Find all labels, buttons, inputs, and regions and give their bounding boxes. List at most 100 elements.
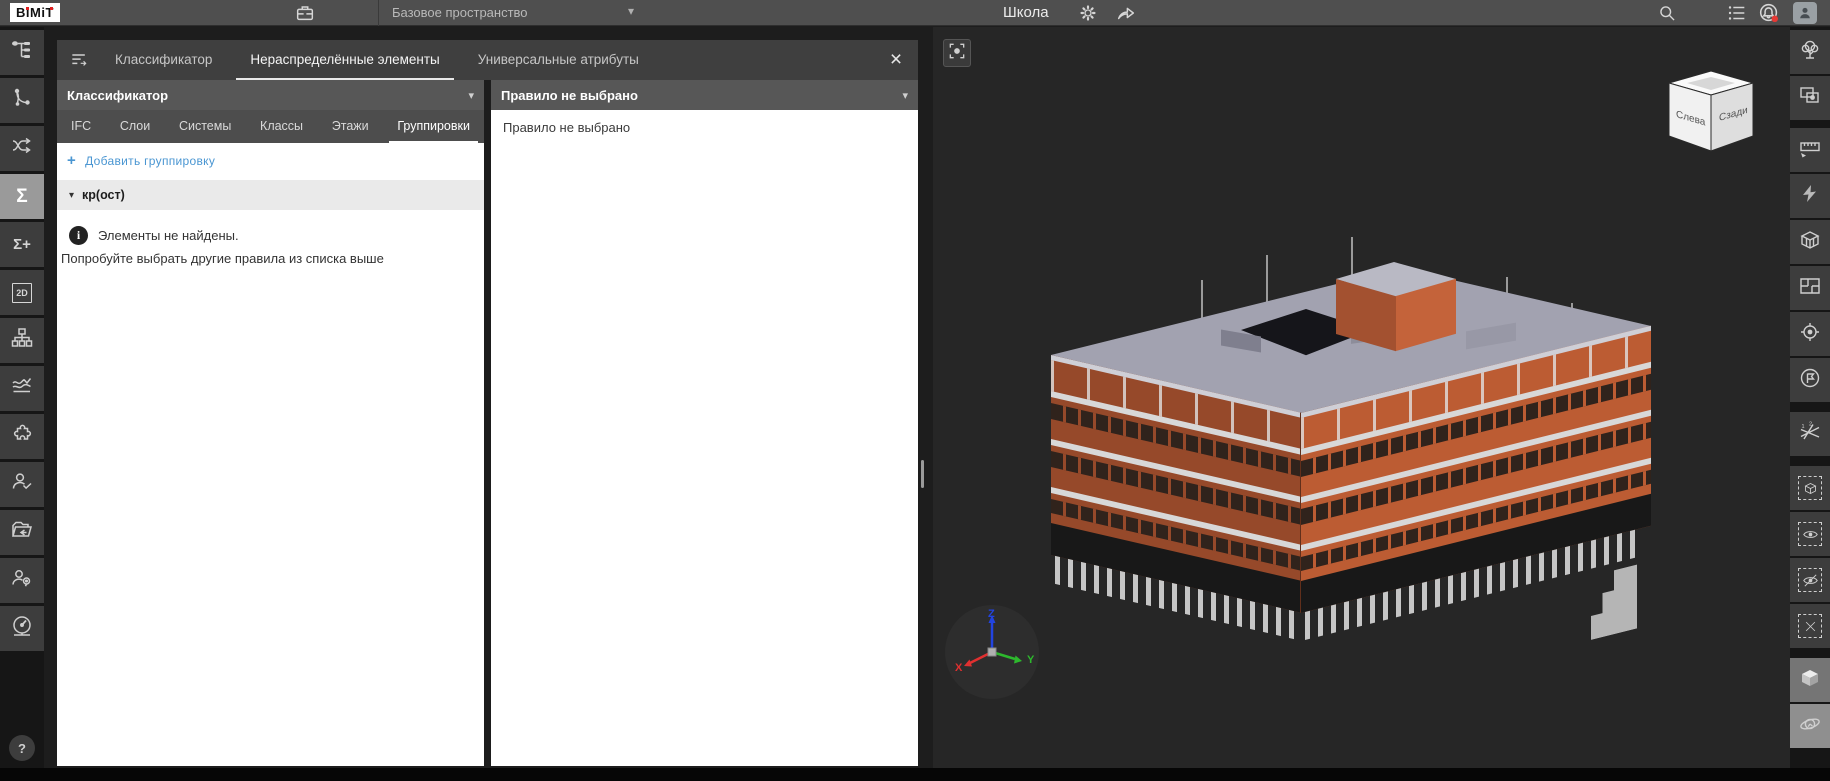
show-element-button[interactable]: [1790, 512, 1830, 556]
structure-icon: [10, 326, 34, 355]
node-select-button[interactable]: [0, 78, 44, 123]
notifications-bell-icon[interactable]: [1757, 1, 1781, 25]
orbit-button[interactable]: [1790, 704, 1830, 748]
node-select-icon: [10, 86, 34, 115]
folder-share-button[interactable]: [0, 510, 44, 555]
flag-button[interactable]: [1790, 358, 1830, 402]
help-button[interactable]: ?: [9, 735, 35, 761]
settings-gear-icon[interactable]: [1076, 1, 1100, 25]
camera-icon: [947, 41, 967, 66]
collisions-button[interactable]: [0, 126, 44, 171]
panel-collapse-icon[interactable]: [57, 40, 101, 80]
structure-button[interactable]: [0, 318, 44, 363]
share-icon[interactable]: [1114, 1, 1138, 25]
isolate-element-button[interactable]: [1790, 466, 1830, 510]
bottom-strip: [0, 768, 1830, 781]
clear-selection-button[interactable]: [1790, 604, 1830, 648]
caret-down-icon: ▾: [69, 190, 74, 201]
viewport-3d[interactable]: Слева Сзади Z X Y: [933, 27, 1790, 781]
rule-dropdown[interactable]: Правило не выбрано ▾: [491, 80, 918, 110]
axis-gizmo[interactable]: Z X Y: [945, 605, 1039, 699]
view-2d-icon: 2D: [12, 283, 32, 303]
classifier-subtabs: IFC Слои Системы Классы Этажи Группировк…: [57, 110, 484, 143]
charts-icon: [10, 374, 34, 403]
subtab-classes[interactable]: Классы: [252, 110, 311, 143]
user-avatar-icon[interactable]: [1793, 2, 1817, 24]
tab-classifier[interactable]: Классификатор: [101, 40, 226, 80]
search-icon[interactable]: [1655, 1, 1679, 25]
focus-target-button[interactable]: [1790, 312, 1830, 356]
add-grouping-button[interactable]: + Добавить группировку: [57, 143, 484, 176]
panel-resize-handle[interactable]: [921, 460, 924, 488]
svg-text:1: 1: [1802, 424, 1805, 430]
selection-area-icon: [1798, 84, 1822, 113]
briefcase-icon[interactable]: [293, 1, 317, 25]
grouping-row[interactable]: ▾ кр(ост): [57, 180, 484, 210]
subtab-floors[interactable]: Этажи: [324, 110, 377, 143]
view-2d-button[interactable]: 2D: [0, 270, 44, 315]
empty-state: i Элементы не найдены. Попробуйте выбрат…: [57, 210, 484, 266]
chevron-down-icon: ▾: [902, 89, 908, 102]
subtab-ifc[interactable]: IFC: [63, 110, 99, 143]
ruler-icon: [1798, 136, 1822, 165]
classifier-dropdown-label: Классификатор: [67, 88, 168, 103]
panel-close-button[interactable]: ×: [874, 40, 918, 80]
app-logo[interactable]: BiMiT: [10, 3, 60, 22]
orbit-icon: [1798, 712, 1822, 741]
gauge-button[interactable]: [0, 606, 44, 651]
right-toolbar: 12: [1790, 27, 1830, 781]
panel-tabs-bar: Классификатор Нераспределённые элементы …: [57, 40, 918, 80]
classifier-dropdown[interactable]: Классификатор ▾: [57, 80, 484, 110]
building-model: [1051, 265, 1651, 695]
subtab-groupings[interactable]: Группировки: [389, 110, 478, 143]
info-icon: i: [69, 226, 88, 245]
subtab-systems[interactable]: Системы: [171, 110, 239, 143]
ruler-button[interactable]: [1790, 128, 1830, 172]
floor-plan-button[interactable]: [1790, 266, 1830, 310]
selection-area-button[interactable]: [1790, 76, 1830, 120]
isolate-element-icon: [1798, 476, 1822, 500]
section-box-button[interactable]: [1790, 220, 1830, 264]
viewport-screenshot-button[interactable]: [943, 39, 971, 67]
user-check-button[interactable]: [0, 462, 44, 507]
subtab-layers[interactable]: Слои: [112, 110, 158, 143]
workspace-caret-icon[interactable]: ▾: [628, 4, 634, 18]
project-title: Школа: [1003, 4, 1049, 21]
folder-share-icon: [10, 518, 34, 547]
tab-universal-attributes[interactable]: Универсальные атрибуты: [464, 40, 653, 80]
model-tree-button[interactable]: [0, 30, 44, 75]
summary-add-button[interactable]: Σ+: [0, 222, 44, 267]
axis-grid-icon: 12: [1798, 420, 1822, 449]
view-cube-button[interactable]: [1790, 658, 1830, 702]
section-box-icon: [1798, 228, 1822, 257]
charts-button[interactable]: [0, 366, 44, 411]
floor-plan-icon: [1798, 274, 1822, 303]
show-element-icon: [1798, 522, 1822, 546]
hide-element-icon: [1798, 568, 1822, 592]
tree-icon: [1798, 38, 1822, 67]
menu-list-icon[interactable]: [1725, 1, 1749, 25]
svg-text:2: 2: [1809, 421, 1812, 427]
plus-icon: +: [67, 152, 76, 169]
left-toolbar: Σ Σ+ 2D ?: [0, 27, 44, 781]
chevron-down-icon: ▾: [468, 89, 474, 102]
add-grouping-label: Добавить группировку: [85, 154, 215, 168]
workspace-selector[interactable]: Базовое пространство: [392, 5, 528, 20]
flag-icon: [1798, 366, 1822, 395]
classifier-column: Классификатор ▾ IFC Слои Системы Классы …: [57, 80, 484, 766]
model-tree-icon: [10, 38, 34, 67]
tab-unallocated-elements[interactable]: Нераспределённые элементы: [236, 40, 453, 80]
tree-visibility-button[interactable]: [1790, 30, 1830, 74]
user-location-button[interactable]: [0, 558, 44, 603]
axis-grid-button[interactable]: 12: [1790, 412, 1830, 456]
rule-dropdown-label: Правило не выбрано: [501, 88, 638, 103]
hide-element-button[interactable]: [1790, 558, 1830, 602]
summary-add-icon: Σ+: [13, 236, 31, 253]
focus-target-icon: [1798, 320, 1822, 349]
plugins-button[interactable]: [0, 414, 44, 459]
topbar-divider: [378, 0, 379, 26]
clash-flash-button[interactable]: [1790, 174, 1830, 218]
summary-button[interactable]: Σ: [0, 174, 44, 219]
navigation-cube[interactable]: Слева Сзади: [1659, 65, 1763, 161]
clash-flash-icon: [1798, 182, 1822, 211]
